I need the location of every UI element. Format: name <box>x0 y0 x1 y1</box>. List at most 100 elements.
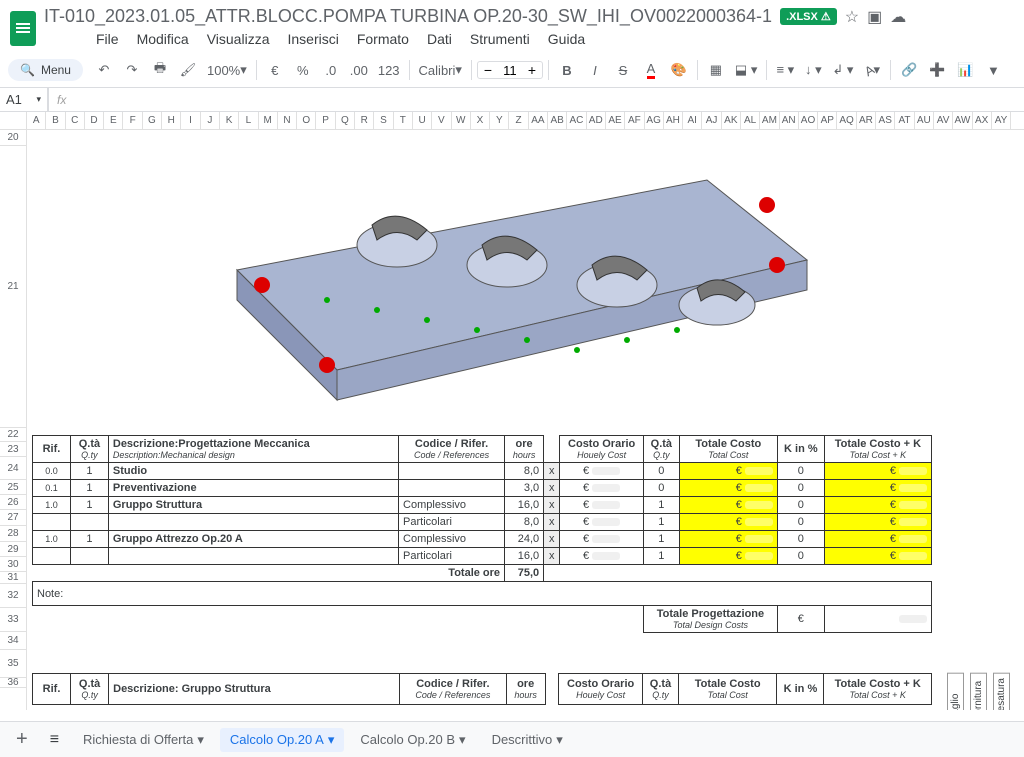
menu-file[interactable]: File <box>88 27 127 51</box>
row-30[interactable]: 30 <box>0 557 26 572</box>
col-B[interactable]: B <box>46 112 65 129</box>
italic-button[interactable]: I <box>582 57 608 83</box>
menu-inserisci[interactable]: Inserisci <box>279 27 346 51</box>
col-AO[interactable]: AO <box>799 112 818 129</box>
col-AN[interactable]: AN <box>780 112 799 129</box>
col-AS[interactable]: AS <box>876 112 895 129</box>
row-23[interactable]: 23 <box>0 442 26 457</box>
col-Z[interactable]: Z <box>509 112 528 129</box>
cloud-icon[interactable]: ☁ <box>890 7 906 27</box>
col-G[interactable]: G <box>143 112 162 129</box>
col-H[interactable]: H <box>162 112 181 129</box>
col-AF[interactable]: AF <box>625 112 644 129</box>
row-26[interactable]: 26 <box>0 495 26 510</box>
col-AB[interactable]: AB <box>548 112 567 129</box>
col-X[interactable]: X <box>471 112 490 129</box>
fill-color-button[interactable]: 🎨 <box>666 57 692 83</box>
col-O[interactable]: O <box>297 112 316 129</box>
col-AL[interactable]: AL <box>741 112 760 129</box>
row-20[interactable]: 20 <box>0 130 26 146</box>
font-select[interactable]: Calibri ▾ <box>415 57 466 83</box>
col-AK[interactable]: AK <box>722 112 741 129</box>
percent-button[interactable]: % <box>290 57 316 83</box>
row-34[interactable]: 34 <box>0 632 26 650</box>
tab-calcolo-a[interactable]: Calcolo Op.20 A ▾ <box>220 728 344 752</box>
row-22[interactable]: 22 <box>0 428 26 442</box>
col-AU[interactable]: AU <box>915 112 934 129</box>
col-V[interactable]: V <box>432 112 451 129</box>
undo-button[interactable]: ↶ <box>91 57 117 83</box>
strike-button[interactable]: S <box>610 57 636 83</box>
numfmt-button[interactable]: 123 <box>374 57 404 83</box>
dec-more-button[interactable]: .00 <box>346 57 372 83</box>
paint-format-button[interactable]: 🖌 <box>175 57 201 83</box>
move-icon[interactable]: ▣ <box>867 7 882 27</box>
col-AE[interactable]: AE <box>606 112 625 129</box>
col-AM[interactable]: AM <box>760 112 779 129</box>
font-size-control[interactable]: − + <box>477 61 543 79</box>
all-sheets-button[interactable]: ≡ <box>42 731 67 749</box>
col-F[interactable]: F <box>123 112 142 129</box>
col-AD[interactable]: AD <box>587 112 606 129</box>
menu-dati[interactable]: Dati <box>419 27 460 51</box>
filter-button[interactable]: ▼ <box>980 57 1006 83</box>
text-color-button[interactable]: A <box>638 57 664 83</box>
link-button[interactable]: 🔗 <box>896 57 922 83</box>
col-AG[interactable]: AG <box>645 112 664 129</box>
side-tab-3[interactable]: resatura <box>993 673 1010 710</box>
add-sheet-button[interactable]: + <box>8 728 36 751</box>
font-size-inc[interactable]: + <box>522 62 542 78</box>
col-D[interactable]: D <box>85 112 104 129</box>
font-size-dec[interactable]: − <box>478 62 498 78</box>
doc-title[interactable]: IT-010_2023.01.05_ATTR.BLOCC.POMPA TURBI… <box>44 6 772 27</box>
col-J[interactable]: J <box>201 112 220 129</box>
col-AX[interactable]: AX <box>973 112 992 129</box>
col-P[interactable]: P <box>316 112 335 129</box>
note-cell[interactable]: Note: <box>33 582 932 606</box>
row-21[interactable]: 21 <box>0 146 26 428</box>
menu-strumenti[interactable]: Strumenti <box>462 27 538 51</box>
col-AC[interactable]: AC <box>567 112 586 129</box>
col-U[interactable]: U <box>413 112 432 129</box>
col-M[interactable]: M <box>259 112 278 129</box>
col-AA[interactable]: AA <box>529 112 548 129</box>
currency-button[interactable]: € <box>262 57 288 83</box>
search-menu[interactable]: 🔍 Menu <box>8 59 83 81</box>
chart-button[interactable]: 📊 <box>952 57 978 83</box>
row-28[interactable]: 28 <box>0 526 26 542</box>
borders-button[interactable]: ▦ <box>703 57 729 83</box>
menu-modifica[interactable]: Modifica <box>129 27 197 51</box>
sheet-content[interactable]: Rif. Q.tàQ.ty Descrizione:Progettazione … <box>27 130 1024 710</box>
col-AT[interactable]: AT <box>895 112 914 129</box>
col-W[interactable]: W <box>452 112 471 129</box>
col-Y[interactable]: Y <box>490 112 509 129</box>
col-AJ[interactable]: AJ <box>702 112 721 129</box>
sheets-logo[interactable] <box>10 11 36 46</box>
col-AR[interactable]: AR <box>857 112 876 129</box>
col-AH[interactable]: AH <box>664 112 683 129</box>
tab-descrittivo[interactable]: Descrittivo ▾ <box>482 728 573 752</box>
row-32[interactable]: 32 <box>0 584 26 608</box>
side-tab-2[interactable]: ornitura <box>970 673 987 710</box>
print-button[interactable]: 🖶 <box>147 57 173 83</box>
tab-calcolo-b[interactable]: Calcolo Op.20 B ▾ <box>350 728 475 752</box>
col-K[interactable]: K <box>220 112 239 129</box>
tab-richiesta[interactable]: Richiesta di Offerta ▾ <box>73 728 214 752</box>
star-icon[interactable]: ☆ <box>845 7 859 27</box>
comment-button[interactable]: ➕ <box>924 57 950 83</box>
col-AP[interactable]: AP <box>818 112 837 129</box>
col-T[interactable]: T <box>394 112 413 129</box>
zoom-select[interactable]: 100% ▾ <box>203 57 251 83</box>
halign-button[interactable]: ≡ ▾ <box>772 57 798 83</box>
col-AI[interactable]: AI <box>683 112 702 129</box>
valign-button[interactable]: ↓ ▾ <box>800 57 826 83</box>
col-AW[interactable]: AW <box>953 112 972 129</box>
row-31[interactable]: 31 <box>0 572 26 584</box>
bold-button[interactable]: B <box>554 57 580 83</box>
row-35[interactable]: 35 <box>0 650 26 678</box>
row-27[interactable]: 27 <box>0 510 26 526</box>
menu-visualizza[interactable]: Visualizza <box>199 27 278 51</box>
rotate-text-button[interactable]: A ▾ <box>859 57 885 83</box>
row-33[interactable]: 33 <box>0 608 26 632</box>
menu-formato[interactable]: Formato <box>349 27 417 51</box>
